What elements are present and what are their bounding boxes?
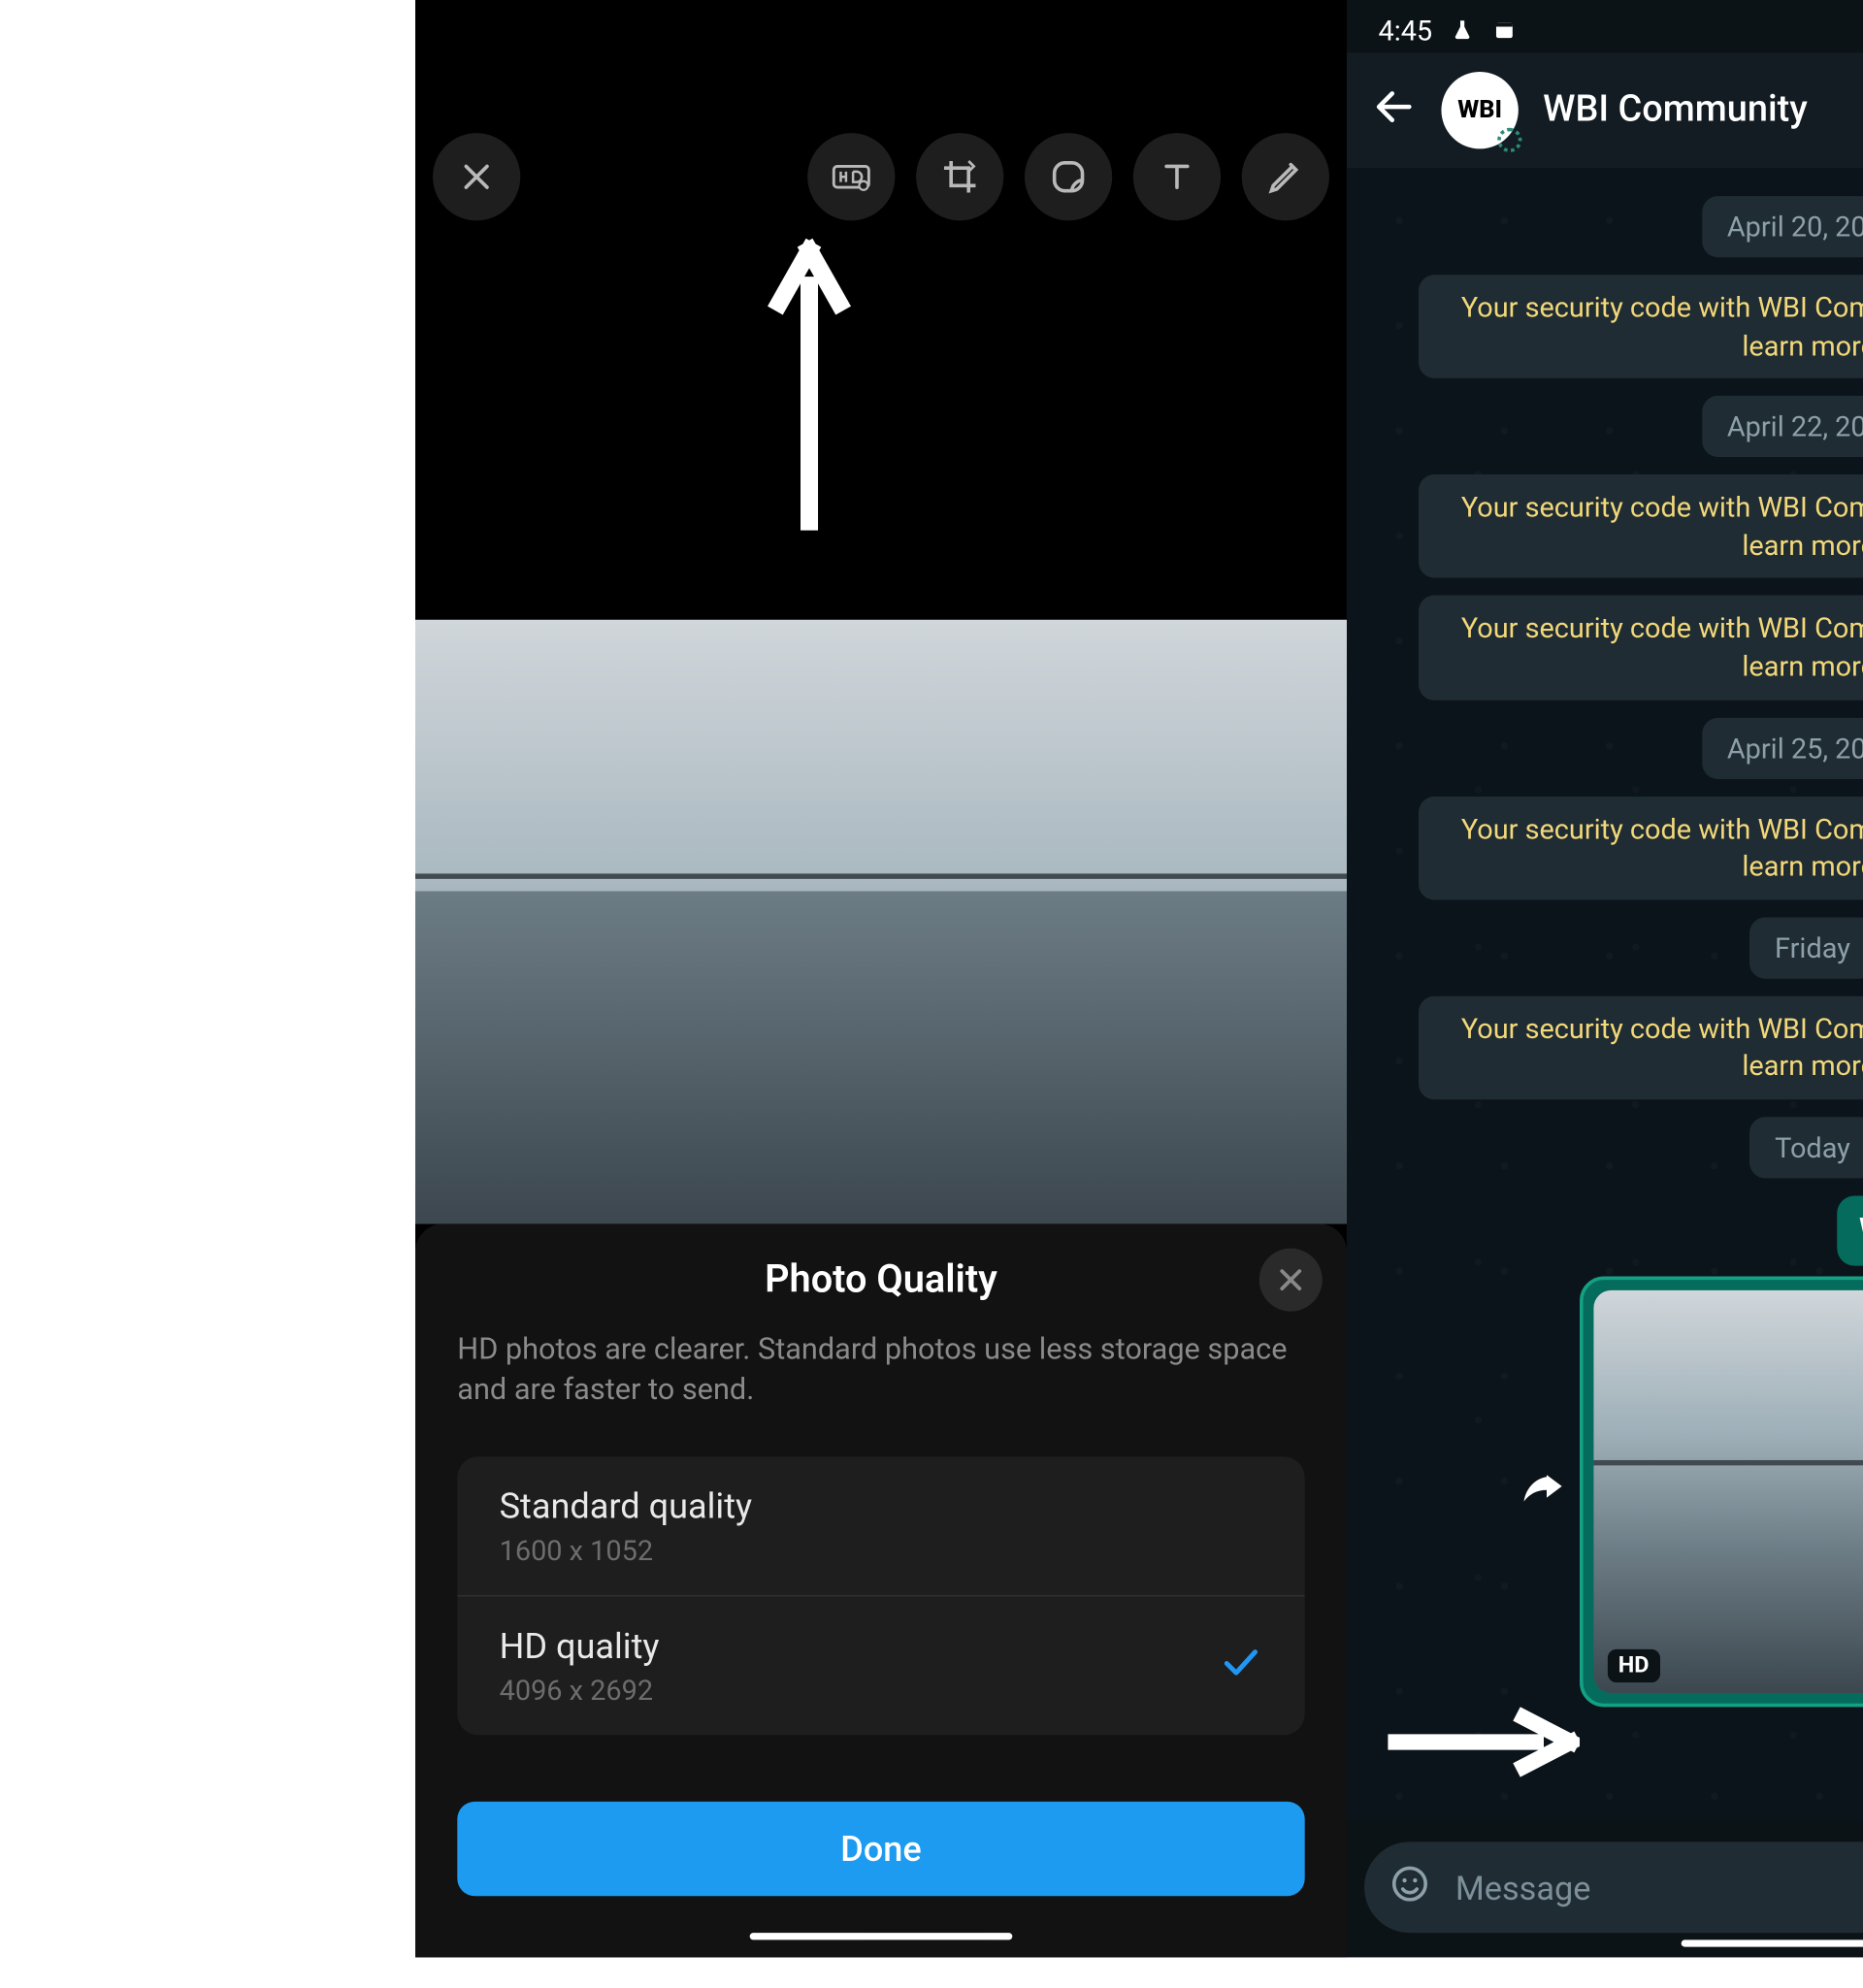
- emoji-button[interactable]: [1389, 1863, 1430, 1912]
- sheet-close-button[interactable]: [1259, 1249, 1323, 1312]
- close-button[interactable]: [433, 133, 520, 220]
- date-separator: April 25, 2023: [1703, 717, 1863, 778]
- calendar-icon: [1492, 17, 1517, 42]
- media-editor-screen: WABETAINFO WABETAINFO Photo Quality HD p…: [415, 0, 1347, 1957]
- system-message[interactable]: Your security code with WBI Community ch…: [1418, 474, 1863, 578]
- message-list[interactable]: April 20, 2023 Your security code with W…: [1347, 168, 1863, 1820]
- sticker-button[interactable]: [1025, 133, 1112, 220]
- system-message[interactable]: Your security code with WBI Community ch…: [1418, 995, 1863, 1099]
- chat-title[interactable]: WBI Community: [1543, 89, 1863, 131]
- done-button[interactable]: Done: [457, 1802, 1304, 1896]
- sheet-description: HD photos are clearer. Standard photos u…: [457, 1330, 1304, 1411]
- outgoing-image-message[interactable]: HD 4:45 AM: [1580, 1276, 1863, 1707]
- arrow-left-icon: [1371, 84, 1417, 130]
- system-message[interactable]: Your security code with WBI Community ch…: [1418, 796, 1863, 899]
- chat-header: WBI WBI Community: [1347, 52, 1863, 168]
- option-hd-quality[interactable]: HD quality 4096 x 2692: [457, 1595, 1304, 1735]
- date-separator: Today: [1750, 1117, 1863, 1178]
- hd-badge: HD: [1608, 1649, 1659, 1682]
- option-label: HD quality: [500, 1624, 660, 1666]
- status-bar: 4:45: [1347, 0, 1863, 52]
- hd-settings-icon: [831, 156, 872, 198]
- message-input-container: [1364, 1841, 1863, 1933]
- forward-icon: [1520, 1465, 1566, 1511]
- back-button[interactable]: [1371, 84, 1417, 137]
- date-separator: April 22, 2023: [1703, 396, 1863, 457]
- editor-toolbar: [415, 131, 1347, 222]
- chat-avatar[interactable]: WBI: [1441, 72, 1518, 148]
- home-indicator: [1682, 1939, 1863, 1946]
- date-separator: Friday: [1750, 917, 1863, 978]
- status-time: 4:45: [1378, 14, 1432, 47]
- avatar-text: WBI: [1457, 96, 1502, 124]
- annotation-arrow-right: [1387, 1707, 1579, 1776]
- option-standard-quality[interactable]: Standard quality 1600 x 1052: [457, 1456, 1304, 1595]
- option-dimensions: 1600 x 1052: [500, 1534, 752, 1567]
- annotation-arrow-up: [766, 233, 853, 531]
- option-label: Standard quality: [500, 1484, 752, 1526]
- message-text: WABETAINFO: [1859, 1210, 1863, 1252]
- close-icon: [456, 156, 498, 198]
- emoji-icon: [1389, 1863, 1430, 1905]
- message-input-bar: [1347, 1841, 1863, 1933]
- crop-rotate-icon: [939, 156, 981, 198]
- image-thumbnail: [1593, 1290, 1863, 1693]
- photo-preview: [415, 620, 1347, 1224]
- quality-options: Standard quality 1600 x 1052 HD quality …: [457, 1456, 1304, 1735]
- chat-screen: 4:45 WBI WBI Community: [1347, 0, 1863, 1957]
- sheet-title: Photo Quality: [765, 1258, 997, 1302]
- option-dimensions: 4096 x 2692: [500, 1674, 660, 1707]
- system-message[interactable]: Your security code with WBI Community ch…: [1418, 596, 1863, 700]
- pencil-icon: [1264, 156, 1306, 198]
- hd-quality-button[interactable]: [807, 133, 895, 220]
- system-message[interactable]: Your security code with WBI Community ch…: [1418, 275, 1863, 378]
- outgoing-text-message[interactable]: WABETAINFO 4:37 AM: [1838, 1195, 1863, 1265]
- sticker-icon: [1047, 156, 1089, 198]
- forward-button[interactable]: [1520, 1465, 1566, 1517]
- crop-rotate-button[interactable]: [916, 133, 1003, 220]
- message-input[interactable]: [1455, 1867, 1863, 1907]
- close-icon: [1273, 1262, 1308, 1297]
- date-separator: April 20, 2023: [1703, 196, 1863, 257]
- flask-icon: [1450, 17, 1474, 42]
- text-icon: [1156, 156, 1197, 198]
- draw-tool-button[interactable]: [1242, 133, 1329, 220]
- photo-quality-sheet: Photo Quality HD photos are clearer. Sta…: [415, 1223, 1347, 1957]
- text-tool-button[interactable]: [1133, 133, 1221, 220]
- checkmark-icon: [1217, 1640, 1262, 1692]
- home-indicator: [750, 1933, 1013, 1939]
